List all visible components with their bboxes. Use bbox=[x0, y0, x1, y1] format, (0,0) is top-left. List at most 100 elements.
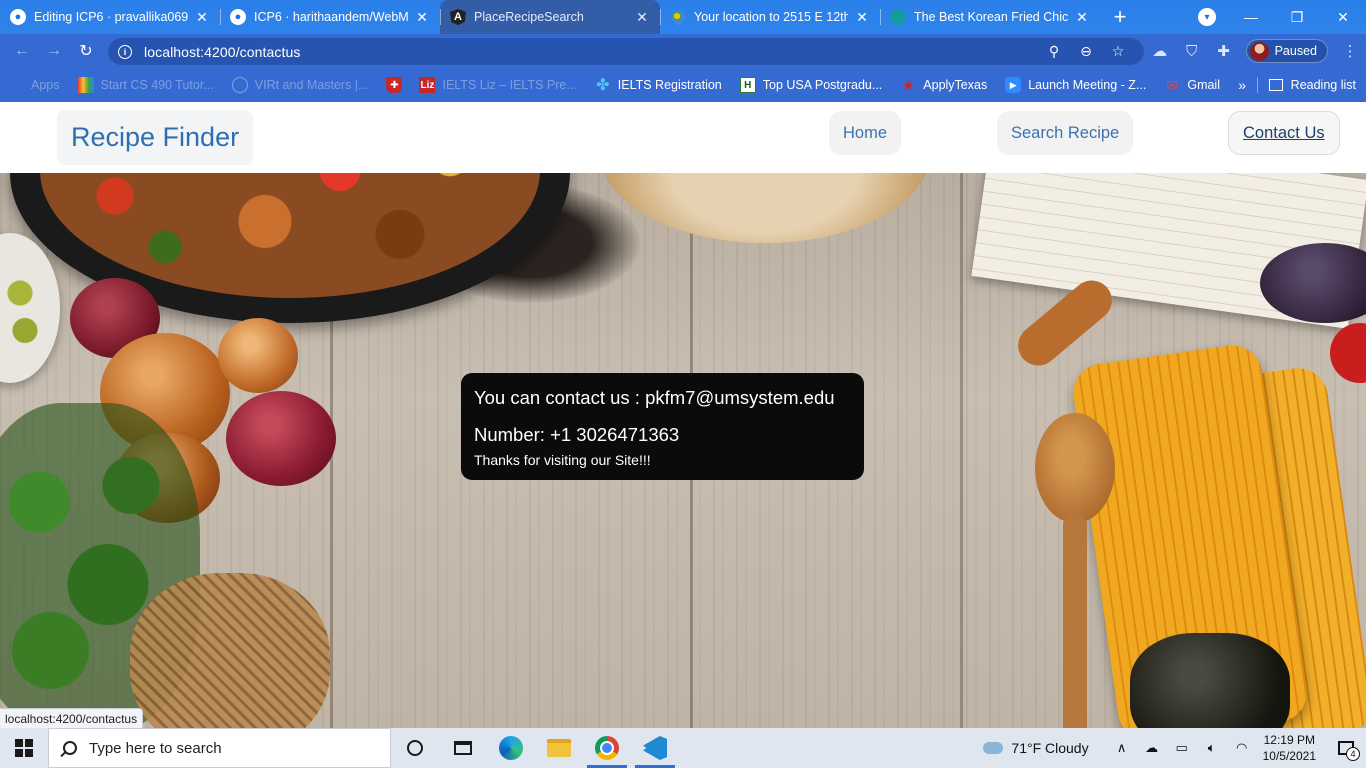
back-icon[interactable]: ← bbox=[6, 35, 38, 67]
battery-icon[interactable]: ▭ bbox=[1167, 740, 1197, 756]
bookmark-label: Start CS 490 Tutor... bbox=[100, 78, 214, 92]
chevron-up-icon[interactable]: ∧ bbox=[1107, 740, 1137, 756]
forward-icon[interactable]: → bbox=[38, 35, 70, 67]
tab-search-icon[interactable]: ▾ bbox=[1198, 8, 1216, 26]
browser-tab-strip: ● Editing ICP6 · pravallika0697/ ✕ ● ICP… bbox=[0, 0, 1366, 34]
cloud-icon bbox=[983, 742, 1004, 754]
windows-taskbar: Type here to search 71°F Cloudy ∧ ☁ ▭ 🔈︎… bbox=[0, 728, 1366, 768]
taskbar-search-box[interactable]: Type here to search bbox=[48, 728, 391, 768]
olive-bowl-decoration bbox=[0, 233, 60, 383]
globe-icon bbox=[231, 77, 248, 93]
nav-contact-us-link[interactable]: Contact Us bbox=[1228, 111, 1340, 155]
reload-icon[interactable]: ↻ bbox=[70, 35, 102, 67]
extension-cloud-icon[interactable]: ☁ bbox=[1144, 35, 1176, 67]
bookmark-apps[interactable]: Apps bbox=[8, 77, 60, 93]
hero-background-image: You can contact us : pkfm7@umsystem.edu … bbox=[0, 173, 1366, 728]
tab-your-location[interactable]: Your location to 2515 E 12th S ✕ bbox=[660, 0, 880, 34]
nav-home-link[interactable]: Home bbox=[829, 111, 902, 155]
reading-list-icon bbox=[1268, 79, 1283, 91]
notification-badge: 4 bbox=[1346, 747, 1360, 761]
tab-placerecipesearch[interactable]: A PlaceRecipeSearch ✕ bbox=[440, 0, 660, 34]
info-icon[interactable]: i bbox=[118, 44, 132, 59]
close-icon[interactable]: ✕ bbox=[194, 9, 210, 26]
puzzle-icon[interactable]: ✚ bbox=[1208, 35, 1240, 67]
jar-decoration bbox=[1130, 633, 1290, 728]
bookmark-label: VIRt and Masters |... bbox=[254, 78, 369, 92]
weather-widget[interactable]: 71°F Cloudy bbox=[983, 740, 1089, 756]
site-icon bbox=[890, 9, 906, 25]
rainbow-grid-icon bbox=[77, 77, 94, 93]
bookmark-label: Gmail bbox=[1187, 78, 1220, 92]
gmail-icon: ✉ bbox=[1166, 76, 1179, 93]
h-icon: H bbox=[739, 77, 756, 93]
bookmark-label: IELTS Liz – IELTS Pre... bbox=[442, 78, 577, 92]
address-url[interactable]: localhost:4200/contactus bbox=[144, 44, 1038, 60]
wifi-icon[interactable]: ◠ bbox=[1227, 740, 1257, 756]
new-tab-button[interactable]: + bbox=[1100, 0, 1140, 34]
github-icon: ● bbox=[230, 9, 246, 25]
reading-list-button[interactable]: Reading list bbox=[1268, 78, 1356, 92]
clock[interactable]: 12:19 PM 10/5/2021 bbox=[1263, 732, 1316, 764]
vscode-icon bbox=[643, 736, 667, 760]
close-icon[interactable]: ✕ bbox=[854, 9, 870, 26]
folder-icon bbox=[547, 739, 571, 757]
zoom-icon[interactable]: ⊖ bbox=[1070, 43, 1102, 60]
contact-info-card: You can contact us : pkfm7@umsystem.edu … bbox=[461, 373, 864, 480]
address-bar[interactable]: i localhost:4200/contactus ⚲ ⊖ ☆ bbox=[108, 38, 1144, 65]
google-maps-icon bbox=[668, 7, 688, 27]
chrome-app[interactable] bbox=[583, 728, 631, 768]
windows-logo-icon bbox=[15, 739, 33, 757]
vscode-app[interactable] bbox=[631, 728, 679, 768]
angular-icon: A bbox=[450, 9, 466, 25]
shield-icon[interactable]: ⛉ bbox=[1176, 35, 1208, 67]
menu-icon[interactable]: ⋮ bbox=[1334, 35, 1366, 67]
bookmark-item[interactable]: H Top USA Postgradu... bbox=[739, 77, 883, 93]
close-icon[interactable]: ✕ bbox=[414, 9, 430, 26]
close-icon[interactable]: ✕ bbox=[1074, 9, 1090, 26]
edge-icon bbox=[499, 736, 523, 760]
system-tray: 71°F Cloudy ∧ ☁ ▭ 🔈︎ ◠ 12:19 PM 10/5/202… bbox=[983, 728, 1366, 768]
reading-list-label: Reading list bbox=[1290, 78, 1356, 92]
edge-app[interactable] bbox=[487, 728, 535, 768]
start-button[interactable] bbox=[0, 728, 48, 768]
bookmark-item[interactable]: Liz IELTS Liz – IELTS Pre... bbox=[419, 77, 577, 93]
file-explorer-app[interactable] bbox=[535, 728, 583, 768]
bookmark-item[interactable]: ✚ bbox=[386, 77, 409, 93]
onedrive-icon[interactable]: ☁ bbox=[1137, 740, 1167, 756]
bookmark-item[interactable]: ▶ Launch Meeting - Z... bbox=[1005, 77, 1146, 93]
web-page: Recipe Finder Home Search Recipe Contact… bbox=[0, 102, 1366, 728]
bookmark-item[interactable]: ✤ IELTS Registration bbox=[595, 77, 722, 94]
bookmark-label: Top USA Postgradu... bbox=[762, 78, 883, 92]
bookmarks-overflow-icon[interactable]: » bbox=[1238, 77, 1246, 93]
tab-title: Editing ICP6 · pravallika0697/ bbox=[34, 10, 188, 24]
pasta-decoration bbox=[130, 573, 330, 728]
volume-icon[interactable]: 🔈︎ bbox=[1197, 740, 1227, 756]
bookmark-label: Apps bbox=[31, 78, 60, 92]
bookmark-item[interactable]: VIRt and Masters |... bbox=[231, 77, 369, 93]
profile-button[interactable]: Paused bbox=[1245, 39, 1328, 63]
bookmark-label: IELTS Registration bbox=[617, 78, 722, 92]
brand-logo[interactable]: Recipe Finder bbox=[57, 110, 254, 165]
shield-crest-icon: ✚ bbox=[386, 77, 403, 93]
task-view-button[interactable] bbox=[439, 728, 487, 768]
bookmark-item[interactable]: ✉ Gmail bbox=[1164, 77, 1220, 93]
close-icon[interactable]: ✕ bbox=[634, 9, 650, 26]
taskbar-search-placeholder: Type here to search bbox=[89, 739, 222, 757]
location-pin-icon[interactable]: ⚲ bbox=[1038, 43, 1070, 60]
notification-center-button[interactable]: 4 bbox=[1326, 728, 1366, 768]
tab-icp6-harithaandem[interactable]: ● ICP6 · harithaandem/WebMo ✕ bbox=[220, 0, 440, 34]
toolbar-right: ☁ ⛉ ✚ Paused ⋮ bbox=[1144, 34, 1366, 68]
restore-button[interactable]: ❐ bbox=[1274, 0, 1320, 34]
cortana-button[interactable] bbox=[391, 728, 439, 768]
close-window-button[interactable]: ✕ bbox=[1320, 0, 1366, 34]
bookmark-item[interactable]: ★ ApplyTexas bbox=[900, 77, 987, 93]
minimize-button[interactable]: — bbox=[1228, 0, 1274, 34]
bookmark-item[interactable]: Start CS 490 Tutor... bbox=[77, 77, 214, 93]
tab-editing-icp6[interactable]: ● Editing ICP6 · pravallika0697/ ✕ bbox=[0, 0, 220, 34]
tab-korean-fried-chicken[interactable]: The Best Korean Fried Chicke ✕ bbox=[880, 0, 1100, 34]
task-view-icon bbox=[454, 741, 472, 755]
star-icon[interactable]: ☆ bbox=[1102, 43, 1134, 60]
onion-decoration bbox=[218, 318, 298, 393]
cortana-icon bbox=[407, 740, 423, 756]
nav-search-recipe-link[interactable]: Search Recipe bbox=[997, 111, 1134, 155]
